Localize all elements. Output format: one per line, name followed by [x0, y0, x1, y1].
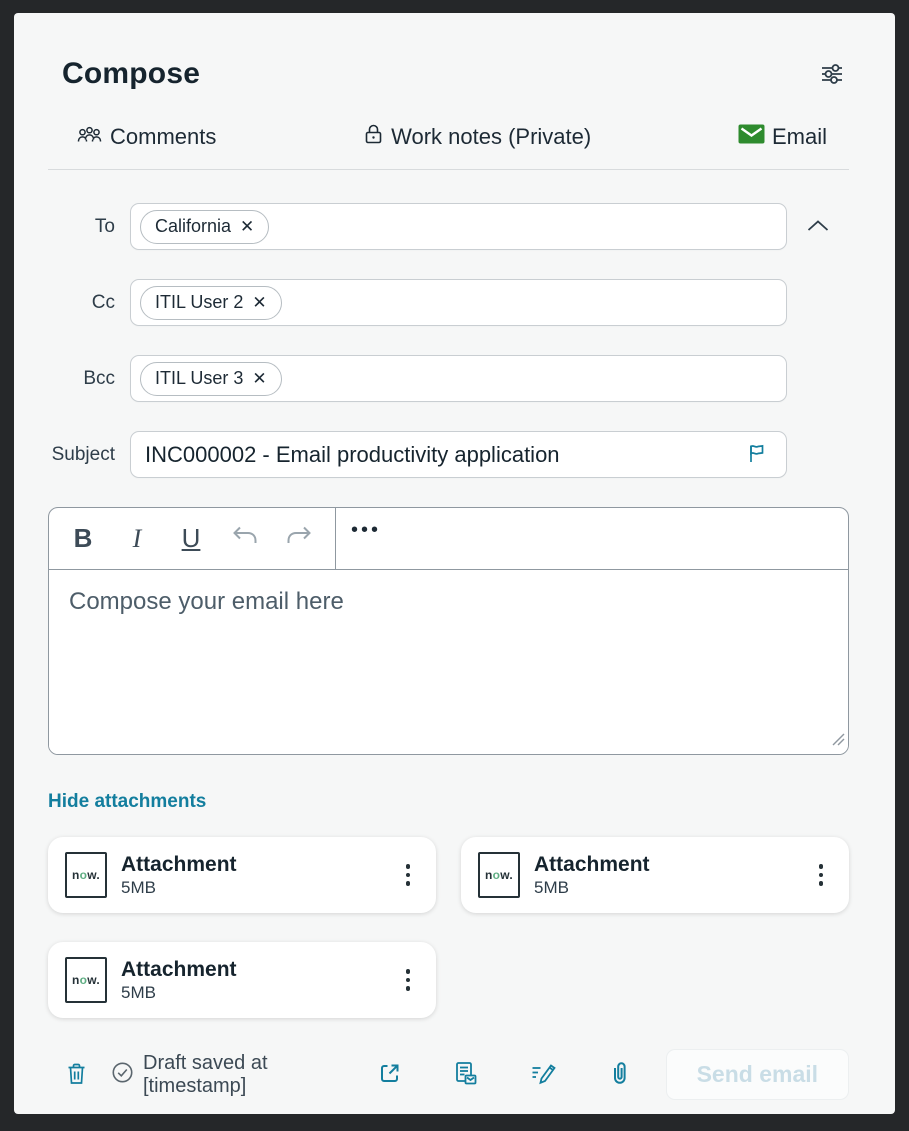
email-envelope-icon	[738, 124, 765, 150]
to-chip-remove-icon[interactable]: ✕	[240, 218, 254, 235]
to-row: To California ✕	[48, 203, 849, 250]
paperclip-icon	[608, 1060, 631, 1090]
pop-out-button[interactable]	[373, 1057, 406, 1093]
subject-input[interactable]	[140, 442, 742, 468]
screenshot-frame: Compose Comments	[0, 0, 909, 1131]
attachment-card[interactable]: now. Attachment 5MB	[461, 837, 849, 913]
attachment-title: Attachment	[534, 853, 795, 877]
header: Compose	[48, 57, 849, 94]
signature-button[interactable]	[526, 1057, 561, 1093]
attachment-size: 5MB	[121, 983, 382, 1003]
resize-handle[interactable]	[829, 730, 845, 751]
now-logo-thumbnail: now.	[478, 852, 520, 898]
bcc-label: Bcc	[48, 368, 130, 390]
external-link-icon	[377, 1061, 402, 1089]
attach-file-button[interactable]	[604, 1056, 635, 1094]
tab-comments-label: Comments	[110, 124, 216, 150]
attachment-size: 5MB	[534, 878, 795, 898]
italic-button[interactable]: I	[115, 517, 159, 561]
tab-bar: Comments Work notes (Private) Email	[48, 122, 849, 152]
attachment-menu-button[interactable]	[396, 963, 421, 997]
undo-button[interactable]	[223, 517, 267, 561]
compose-form: To California ✕ Cc	[48, 203, 849, 478]
compose-footer: Draft saved at [timestamp]	[48, 1049, 849, 1100]
redo-icon	[285, 523, 313, 554]
draft-status-text: Draft saved at [timestamp]	[143, 1052, 373, 1098]
editor-body	[49, 570, 848, 754]
sliders-icon	[819, 61, 845, 90]
draft-status: Draft saved at [timestamp]	[111, 1052, 373, 1098]
to-field[interactable]: California ✕	[130, 203, 787, 250]
tab-work-notes[interactable]: Work notes (Private)	[363, 122, 591, 152]
send-email-button[interactable]: Send email	[666, 1049, 849, 1100]
tab-email-label: Email	[772, 124, 827, 150]
now-logo-thumbnail: now.	[65, 852, 107, 898]
bcc-chip-label: ITIL User 3	[155, 368, 243, 389]
tab-work-notes-label: Work notes (Private)	[391, 124, 591, 150]
hide-attachments-link[interactable]: Hide attachments	[48, 791, 206, 813]
attachment-menu-button[interactable]	[809, 858, 834, 892]
bcc-recipient-chip: ITIL User 3 ✕	[140, 362, 282, 396]
attachment-title: Attachment	[121, 958, 382, 982]
bcc-chip-remove-icon[interactable]: ✕	[252, 370, 266, 387]
check-circle-icon	[111, 1061, 134, 1089]
cc-chip-remove-icon[interactable]: ✕	[252, 294, 266, 311]
email-body-editor: B I U	[48, 507, 849, 755]
now-logo-thumbnail: now.	[65, 957, 107, 1003]
subject-field-wrap	[130, 431, 787, 478]
email-body-textarea[interactable]	[49, 570, 848, 754]
tab-comments[interactable]: Comments	[76, 124, 216, 151]
undo-icon	[231, 523, 259, 554]
tab-divider	[48, 169, 849, 170]
bcc-field[interactable]: ITIL User 3 ✕	[130, 355, 787, 402]
email-template-button[interactable]	[449, 1056, 483, 1094]
people-icon	[76, 124, 103, 151]
signature-pen-icon	[530, 1061, 557, 1089]
chevron-up-icon	[806, 219, 830, 235]
attachment-list: now. Attachment 5MB now. Attachment 5MB …	[48, 837, 849, 1018]
subject-label: Subject	[48, 444, 130, 466]
cc-label: Cc	[48, 292, 130, 314]
flag-icon	[746, 442, 768, 467]
to-label: To	[48, 216, 130, 238]
subject-row: Subject	[48, 431, 849, 478]
compose-panel: Compose Comments	[14, 13, 895, 1114]
to-recipient-chip: California ✕	[140, 210, 269, 244]
cc-field[interactable]: ITIL User 2 ✕	[130, 279, 787, 326]
attachment-card[interactable]: now. Attachment 5MB	[48, 837, 436, 913]
cc-row: Cc ITIL User 2 ✕	[48, 279, 849, 326]
attachment-title: Attachment	[121, 853, 382, 877]
trash-icon	[66, 1061, 87, 1089]
attachment-card[interactable]: now. Attachment 5MB	[48, 942, 436, 1018]
underline-button[interactable]: U	[169, 517, 213, 561]
to-chip-label: California	[155, 216, 231, 237]
attachment-size: 5MB	[121, 878, 382, 898]
more-tools-button[interactable]: •••	[336, 508, 380, 552]
lock-icon	[363, 122, 384, 152]
delete-draft-button[interactable]	[62, 1057, 91, 1093]
footer-actions	[373, 1056, 635, 1094]
settings-button[interactable]	[815, 57, 849, 94]
flag-button[interactable]	[742, 438, 772, 471]
tab-email[interactable]: Email	[738, 124, 827, 150]
page-title: Compose	[62, 57, 200, 91]
bold-button[interactable]: B	[61, 517, 105, 561]
bcc-row: Bcc ITIL User 3 ✕	[48, 355, 849, 402]
cc-recipient-chip: ITIL User 2 ✕	[140, 286, 282, 320]
cc-chip-label: ITIL User 2	[155, 292, 243, 313]
editor-toolbar: B I U	[49, 508, 848, 570]
template-icon	[453, 1060, 479, 1090]
redo-button[interactable]	[277, 517, 321, 561]
attachment-menu-button[interactable]	[396, 858, 421, 892]
collapse-recipients-button[interactable]	[802, 215, 834, 239]
